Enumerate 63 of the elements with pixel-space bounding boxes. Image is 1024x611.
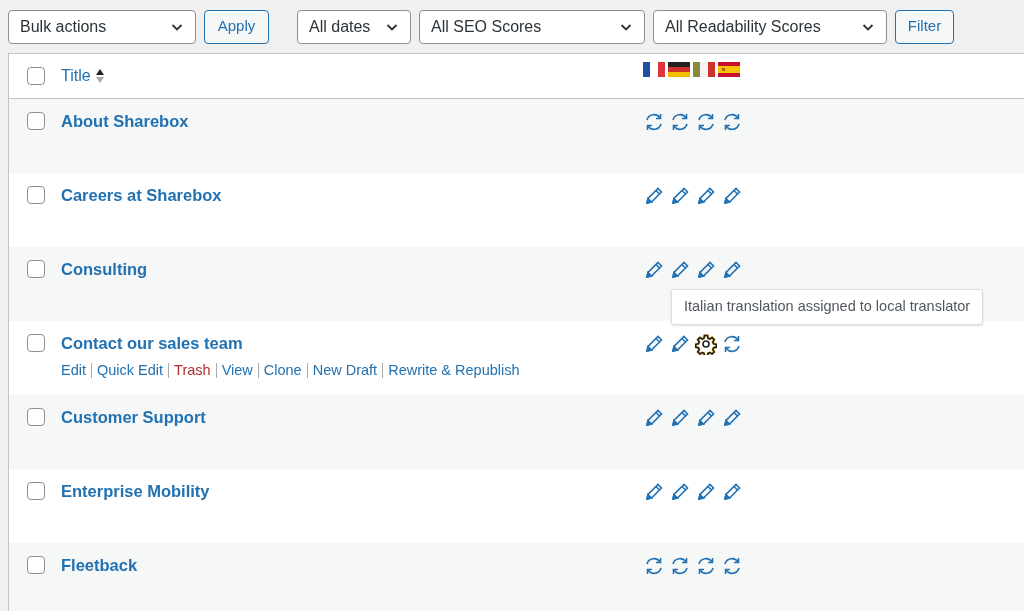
dropdown[interactable]: All SEO Scores [419, 9, 645, 44]
pencil-icon[interactable] [721, 481, 743, 503]
flag-icon [693, 61, 715, 77]
settings-icon[interactable] [695, 333, 717, 355]
pencil-icon[interactable] [721, 185, 743, 207]
post-title-link[interactable]: Customer Support [61, 407, 206, 427]
sort-icon [94, 68, 105, 84]
button[interactable]: Filter [895, 9, 954, 44]
post-title-link[interactable]: About Sharebox [61, 111, 189, 131]
post-title-link[interactable]: Fleetback [61, 555, 138, 575]
tooltip: Italian translation assigned to local translator [671, 289, 984, 325]
trash-link[interactable]: Trash [174, 361, 211, 379]
sync-icon[interactable] [643, 111, 665, 133]
button[interactable]: Apply [204, 9, 269, 44]
flag-icon [668, 61, 690, 77]
checkbox[interactable] [27, 260, 45, 278]
pencil-icon[interactable] [643, 481, 665, 503]
pencil-icon[interactable] [669, 407, 691, 429]
checkbox[interactable] [27, 482, 45, 500]
pencil-icon[interactable] [695, 407, 717, 429]
flag-icon [643, 61, 665, 77]
sync-icon[interactable] [721, 111, 743, 133]
sync-icon[interactable] [721, 555, 743, 577]
pencil-icon[interactable] [721, 259, 743, 281]
pencil-icon[interactable] [643, 333, 665, 355]
row-action-link[interactable]: New Draft [312, 361, 378, 379]
post-title-link[interactable]: Enterprise Mobility [61, 481, 210, 501]
sync-icon[interactable] [669, 555, 691, 577]
dropdown[interactable]: All dates [297, 9, 411, 44]
post-title-link[interactable]: Consulting [61, 259, 148, 279]
checkbox[interactable] [27, 334, 45, 352]
row-action-link[interactable]: Clone [263, 361, 302, 379]
row-action-link[interactable]: Rewrite & Republish [388, 361, 520, 379]
checkbox[interactable] [27, 556, 45, 574]
row-action-link[interactable]: Edit [61, 361, 86, 379]
dropdown[interactable]: Bulk actions [8, 9, 196, 44]
pencil-icon[interactable] [695, 481, 717, 503]
pencil-icon[interactable] [643, 259, 665, 281]
column-sort-link[interactable]: Title [61, 64, 91, 88]
pencil-icon[interactable] [669, 185, 691, 207]
sync-icon[interactable] [695, 111, 717, 133]
sync-icon[interactable] [695, 555, 717, 577]
pencil-icon[interactable] [643, 407, 665, 429]
sync-icon[interactable] [721, 333, 743, 355]
pencil-icon[interactable] [643, 185, 665, 207]
checkbox[interactable] [27, 186, 45, 204]
post-title-link[interactable]: Contact our sales team [61, 333, 243, 353]
checkbox[interactable] [27, 112, 45, 130]
pencil-icon[interactable] [669, 481, 691, 503]
pencil-icon[interactable] [669, 259, 691, 281]
post-title-link[interactable]: Careers at Sharebox [61, 185, 222, 205]
pencil-icon[interactable] [721, 407, 743, 429]
sync-icon[interactable] [643, 555, 665, 577]
pencil-icon[interactable] [695, 185, 717, 207]
checkbox[interactable] [27, 67, 45, 85]
flag-icon [718, 61, 740, 77]
checkbox[interactable] [27, 408, 45, 426]
pencil-icon[interactable] [669, 333, 691, 355]
pencil-icon[interactable] [695, 259, 717, 281]
row-action-link[interactable]: Quick Edit [97, 361, 164, 379]
dropdown[interactable]: All Readability Scores [653, 9, 887, 44]
sync-icon[interactable] [669, 111, 691, 133]
row-action-link[interactable]: View [221, 361, 253, 379]
